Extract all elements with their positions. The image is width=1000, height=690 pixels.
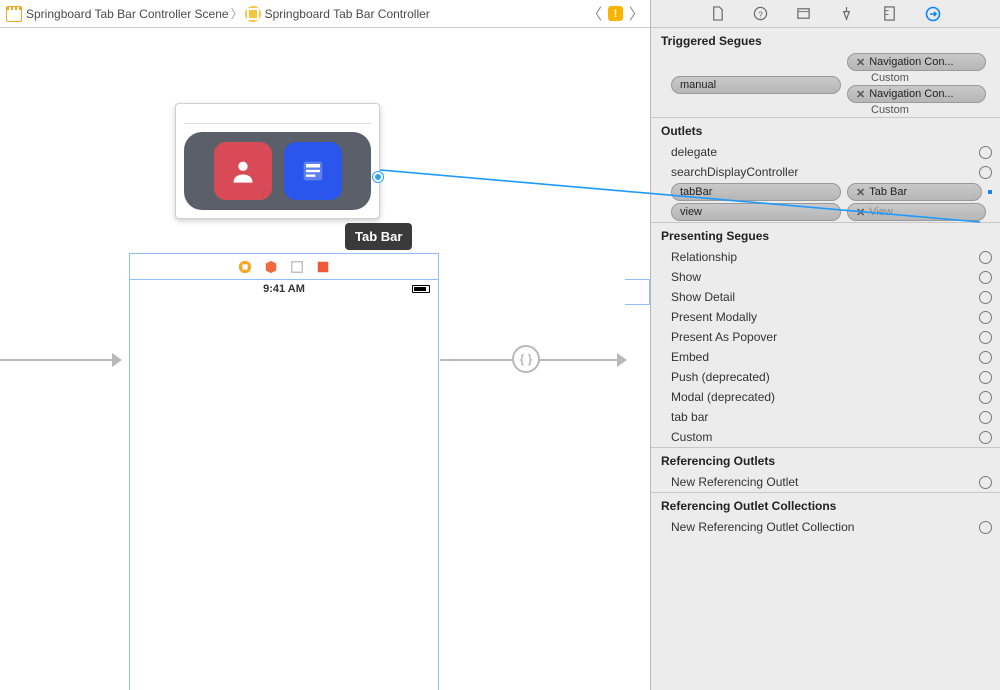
warning-badge-icon[interactable]: ! (608, 6, 623, 21)
outlet-row-tabbar[interactable]: tabBar ✕Tab Bar (651, 182, 1000, 202)
outlet-well[interactable] (979, 251, 992, 264)
person-icon (229, 157, 257, 185)
outlet-well[interactable] (979, 431, 992, 444)
section-triggered-segues: Triggered Segues (651, 28, 1000, 52)
breadcrumb: Springboard Tab Bar Controller Scene 〉 S… (0, 0, 650, 28)
outlet-well[interactable] (979, 411, 992, 424)
remove-connection-icon[interactable]: ✕ (856, 56, 865, 69)
tab-item-news[interactable] (284, 142, 342, 200)
adjacent-scene-peek (625, 279, 650, 305)
device-canvas[interactable]: 9:41 AM (129, 279, 439, 690)
attributes-inspector-tab-icon[interactable] (839, 6, 854, 21)
outlet-well[interactable] (979, 291, 992, 304)
svg-text:?: ? (758, 9, 763, 19)
size-inspector-tab-icon[interactable] (882, 6, 897, 21)
view-controller-icon (245, 6, 261, 22)
remove-connection-icon[interactable]: ✕ (856, 88, 865, 101)
breadcrumb-scene[interactable]: Springboard Tab Bar Controller Scene (26, 7, 229, 21)
presenting-row[interactable]: Modal (deprecated) (651, 387, 1000, 407)
outlet-row-view[interactable]: view ✕View (651, 202, 1000, 222)
outlet-row-delegate[interactable]: delegate (651, 142, 1000, 162)
connections-inspector: ? Triggered Segues manual ✕Navigation Co… (650, 0, 1000, 690)
help-inspector-tab-icon[interactable]: ? (753, 6, 768, 21)
remove-connection-icon[interactable]: ✕ (856, 186, 865, 199)
view-controller-dock-icon[interactable] (238, 260, 252, 274)
exit-dock-icon[interactable] (290, 260, 304, 274)
breadcrumb-controller[interactable]: Springboard Tab Bar Controller (265, 7, 430, 21)
tab-item-profile[interactable] (214, 142, 272, 200)
tab-bar[interactable] (184, 132, 371, 210)
presenting-row[interactable]: Present Modally (651, 307, 1000, 327)
presenting-row[interactable]: Push (deprecated) (651, 367, 1000, 387)
outlet-well[interactable] (979, 476, 992, 489)
presenting-row[interactable]: Custom (651, 427, 1000, 447)
section-presenting-segues: Presenting Segues (651, 222, 1000, 247)
outlet-well[interactable] (979, 521, 992, 534)
connection-origin-handle[interactable] (373, 172, 383, 182)
presenting-row[interactable]: Relationship (651, 247, 1000, 267)
scene-dock[interactable] (129, 253, 439, 279)
status-time: 9:41 AM (263, 283, 305, 295)
segue-source-pill[interactable]: manual (671, 76, 841, 94)
outlet-well[interactable] (979, 146, 992, 159)
presenting-row[interactable]: tab bar (651, 407, 1000, 427)
battery-icon (412, 285, 430, 293)
outlet-well[interactable] (979, 271, 992, 284)
status-bar: 9:41 AM (130, 280, 438, 298)
triggered-segue-row: manual ✕Navigation Con... Custom ✕Naviga… (651, 52, 1000, 117)
inspector-tab-bar: ? (651, 0, 1000, 28)
file-inspector-tab-icon[interactable] (710, 6, 725, 21)
outlet-well[interactable] (979, 371, 992, 384)
chevron-right-icon: 〉 (231, 5, 243, 22)
section-outlets: Outlets (651, 117, 1000, 142)
segue-destination-pill[interactable]: ✕Navigation Con... (847, 85, 986, 103)
outlet-well-active[interactable] (988, 190, 992, 194)
connections-inspector-tab-icon[interactable] (925, 6, 941, 22)
element-tooltip: Tab Bar (345, 223, 412, 250)
outlet-row-search-display[interactable]: searchDisplayController (651, 162, 1000, 182)
tab-bar-zoom-popover (175, 103, 380, 219)
presenting-row[interactable]: Show (651, 267, 1000, 287)
outlet-well[interactable] (979, 331, 992, 344)
section-referencing-outlet-collections: Referencing Outlet Collections (651, 492, 1000, 517)
first-responder-dock-icon[interactable] (264, 260, 278, 274)
newspaper-icon (299, 157, 327, 185)
referencing-outlet-row[interactable]: New Referencing Outlet (651, 472, 1000, 492)
history-forward-button[interactable]: 〉 (629, 3, 644, 24)
segue-kind: Custom (847, 72, 992, 84)
section-referencing-outlets: Referencing Outlets (651, 447, 1000, 472)
storyboard-scene-icon (6, 6, 22, 22)
canvas-area[interactable]: Springboard Tab Bar Controller Scene 〉 S… (0, 0, 650, 690)
referencing-collection-row[interactable]: New Referencing Outlet Collection (651, 517, 1000, 537)
presenting-row[interactable]: Show Detail (651, 287, 1000, 307)
presenting-row[interactable]: Present As Popover (651, 327, 1000, 347)
outlet-well[interactable] (979, 311, 992, 324)
outlet-well[interactable] (979, 351, 992, 364)
outlet-well[interactable] (979, 166, 992, 179)
segue-kind: Custom (847, 104, 992, 116)
history-back-button[interactable]: 〈 (587, 3, 602, 24)
remove-connection-icon[interactable]: ✕ (856, 206, 865, 219)
presenting-row[interactable]: Embed (651, 347, 1000, 367)
outlet-well[interactable] (979, 391, 992, 404)
segue-icon[interactable]: { } (512, 345, 540, 373)
storyboard-ref-dock-icon[interactable] (316, 260, 330, 274)
segue-destination-pill[interactable]: ✕Navigation Con... (847, 53, 986, 71)
identity-inspector-tab-icon[interactable] (796, 6, 811, 21)
